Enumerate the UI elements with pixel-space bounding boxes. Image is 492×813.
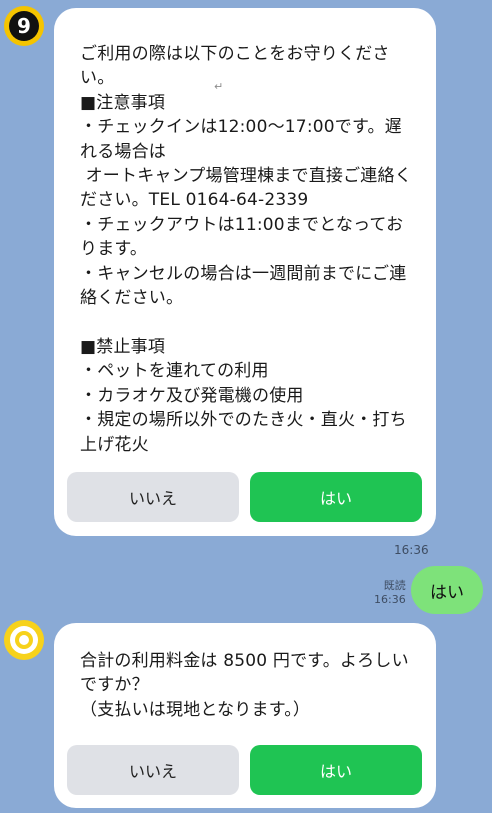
read-receipt: 既読 16:36 (374, 579, 406, 607)
avatar-ring-center (19, 635, 29, 645)
bot-avatar[interactable] (4, 620, 44, 660)
yes-button[interactable]: はい (250, 472, 422, 522)
message-timestamp: 16:36 (394, 543, 429, 557)
no-button[interactable]: いいえ (67, 472, 239, 522)
step-number-badge: 9 (4, 6, 44, 46)
user-reply-bubble: はい (411, 566, 483, 614)
return-arrow-icon: ↵ (214, 80, 224, 93)
message-text-rules: ご利用の際は以下のことをお守りください。 ■注意事項 ・チェックインは12:00… (80, 44, 412, 455)
step-number: 9 (9, 11, 39, 41)
no-button[interactable]: いいえ (67, 745, 239, 795)
message-text-price: 合計の利用料金は 8500 円です。よろしいですか？ （支払いは現地となります。… (80, 651, 409, 720)
message-card-price: 合計の利用料金は 8500 円です。よろしいですか？ （支払いは現地となります。… (54, 623, 436, 808)
read-label: 既読 (383, 579, 406, 592)
message-card-rules: ご利用の際は以下のことをお守りください。 ■注意事項 ・チェックインは12:00… (54, 8, 436, 536)
yes-button[interactable]: はい (250, 745, 422, 795)
reply-timestamp: 16:36 (374, 593, 406, 606)
